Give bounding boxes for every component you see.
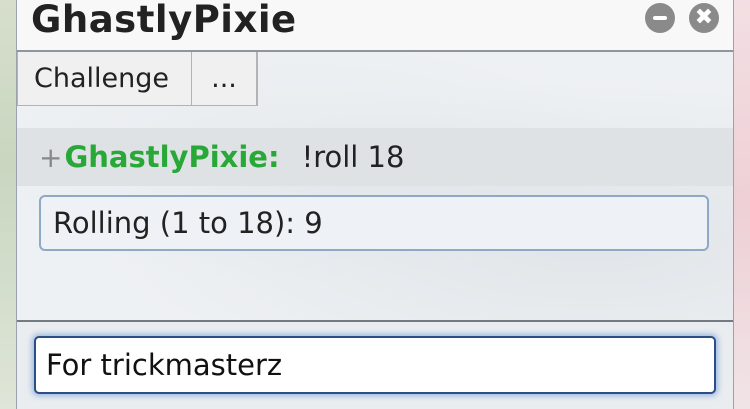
message-username[interactable]: GhastlyPixie: <box>64 140 279 174</box>
minimize-icon[interactable] <box>645 3 675 33</box>
input-area <box>17 322 733 409</box>
chat-message: + GhastlyPixie: !roll 18 <box>17 128 733 186</box>
title-bar: GhastlyPixie ✖ <box>17 0 733 52</box>
user-rank-symbol: + <box>39 140 63 174</box>
window-title: GhastlyPixie <box>31 0 297 41</box>
challenge-button[interactable]: Challenge <box>17 52 192 106</box>
minimize-bar <box>653 16 667 20</box>
more-button[interactable]: ... <box>192 52 258 106</box>
chat-window: GhastlyPixie ✖ Challenge ... + GhastlyPi… <box>16 0 734 409</box>
background-left <box>0 0 16 409</box>
close-icon[interactable]: ✖ <box>689 3 719 33</box>
roll-result-text: Rolling (1 to 18): 9 <box>53 206 323 240</box>
background-right <box>734 0 750 409</box>
roll-result-box: Rolling (1 to 18): 9 <box>39 195 709 251</box>
chat-log: Challenge ... + GhastlyPixie: !roll 18 R… <box>17 52 733 320</box>
message-text: !roll 18 <box>301 140 405 174</box>
tab-bar: Challenge ... <box>17 52 258 108</box>
chat-input[interactable] <box>34 336 716 394</box>
